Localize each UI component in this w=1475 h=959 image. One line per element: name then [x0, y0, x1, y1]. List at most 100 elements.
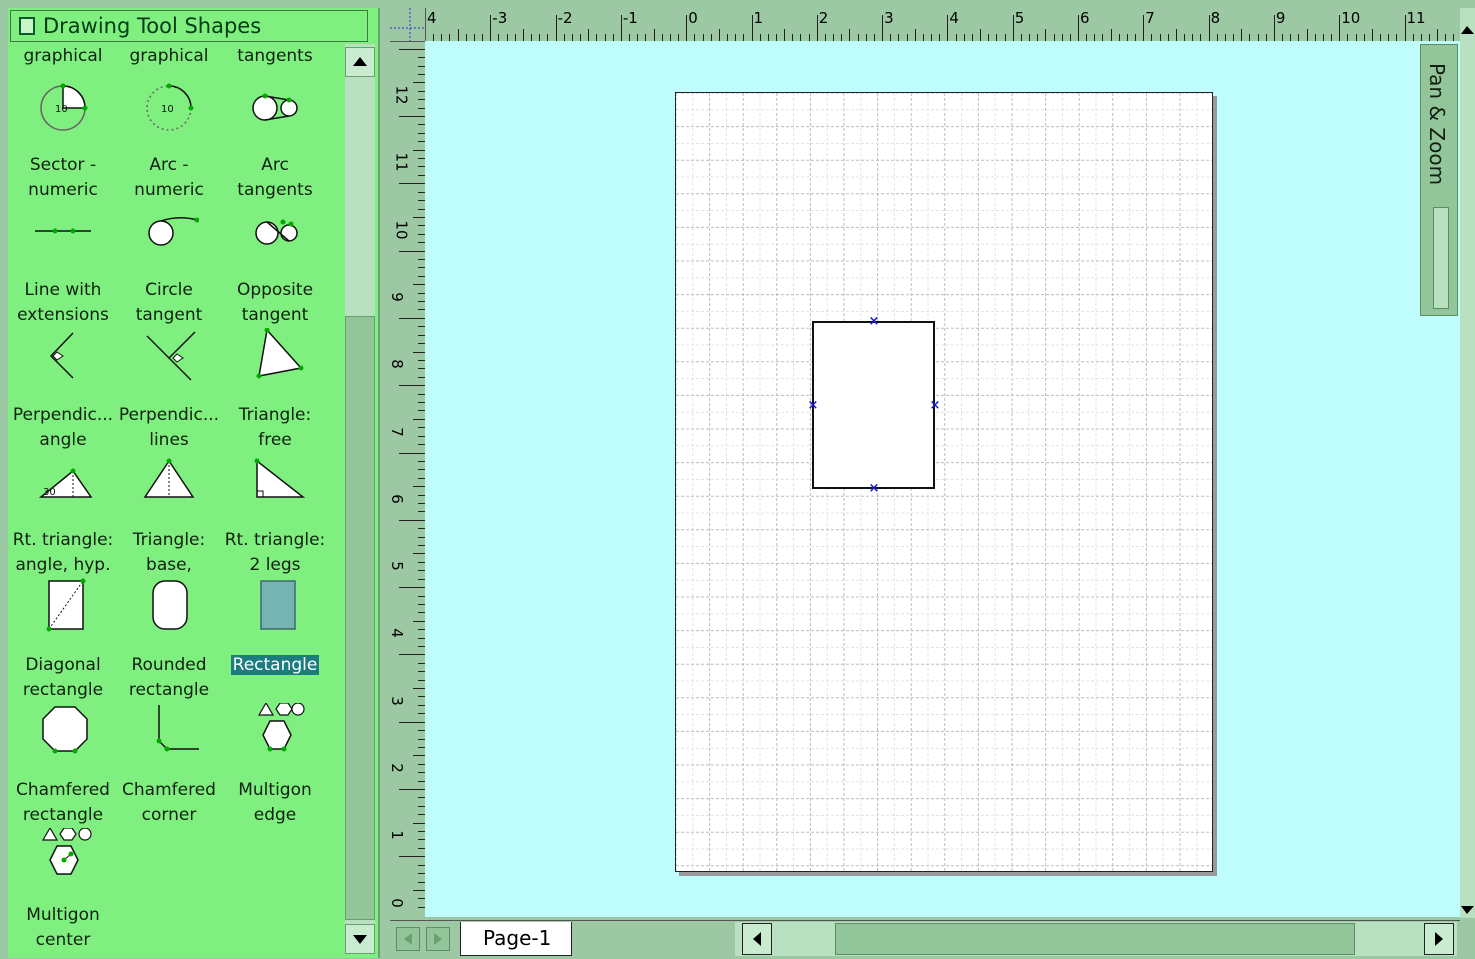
- ruler-tick: [449, 34, 451, 41]
- shape-opposite-tangent[interactable]: Opposite tangent: [222, 183, 328, 325]
- ruler-tick: [767, 34, 769, 41]
- ruler-tick: [413, 620, 425, 622]
- ruler-label: 12: [392, 85, 411, 105]
- ruler-tick: [702, 34, 704, 41]
- ruler-tick: [418, 376, 425, 378]
- rt-triangle-angle-icon: 30: [38, 468, 93, 498]
- shape-diagonal-rectangle[interactable]: Diagonal rectangle: [10, 558, 116, 700]
- ruler-tick: [418, 343, 425, 345]
- scroll-down-button[interactable]: [345, 924, 375, 954]
- ruler-tick: [947, 15, 949, 41]
- shape-sector-numeric[interactable]: 10 Sector - numeric: [10, 58, 116, 200]
- ruler-tick: [418, 873, 425, 875]
- selection-handle-left[interactable]: ×: [807, 399, 819, 412]
- pan-zoom-panel[interactable]: Pan & Zoom: [1420, 44, 1458, 316]
- ruler-tick: [1143, 15, 1145, 41]
- shape-circle-tangent[interactable]: Circle tangent: [116, 183, 222, 325]
- ruler-label: 3: [387, 695, 406, 706]
- ruler-label: 9: [387, 292, 406, 302]
- shape-rectangle[interactable]: Rectangle: [222, 558, 328, 683]
- ruler-tick: [418, 225, 425, 227]
- ruler-tick: [399, 116, 425, 117]
- shape-multigon-center[interactable]: Multigon center: [10, 808, 116, 950]
- shape-perpendicular-lines[interactable]: Perpendic... lines: [116, 308, 222, 450]
- stencil-scroll-thumb[interactable]: [345, 316, 375, 920]
- ruler-tick: [1265, 34, 1267, 41]
- ruler-tick: [1069, 34, 1071, 41]
- ruler-tick: [413, 216, 425, 218]
- shape-rt-triangle-angle-hyp[interactable]: 30 Rt. triangle: angle, hyp.: [10, 433, 116, 575]
- scroll-up-button[interactable]: [345, 47, 375, 77]
- ruler-tick: [865, 34, 867, 41]
- arrow-up-icon[interactable]: [1460, 18, 1475, 48]
- ruler-tick: [1257, 34, 1259, 41]
- ruler-tick: [418, 847, 425, 849]
- ruler-tick: [418, 359, 425, 361]
- arrow-right-icon: [1435, 932, 1443, 946]
- shape-rounded-rectangle[interactable]: Rounded rectangle: [116, 558, 222, 700]
- ruler-tick: [1282, 34, 1284, 41]
- ruler-tick: [580, 34, 582, 41]
- ruler-tick: [1037, 34, 1039, 41]
- ruler-tick: [1290, 34, 1292, 41]
- selection-handle-right[interactable]: ×: [929, 399, 941, 412]
- drawing-page[interactable]: [675, 92, 1213, 872]
- shape-chamfered-corner[interactable]: Chamfered corner: [116, 683, 222, 825]
- ruler-label: -3: [492, 9, 508, 27]
- shape-multigon-edge[interactable]: Multigon edge: [222, 683, 328, 825]
- ruler-tick: [413, 755, 425, 757]
- shape-triangle-base[interactable]: Triangle: base,: [116, 433, 222, 575]
- ruler-tick: [418, 645, 425, 647]
- shape-chamfered-rectangle[interactable]: Chamfered rectangle: [10, 683, 116, 825]
- tab-page-1[interactable]: Page-1: [460, 922, 572, 956]
- selection-handle-top[interactable]: ×: [868, 315, 880, 328]
- ruler-tick: [418, 704, 425, 706]
- page-tab-label: Page-1: [483, 926, 552, 950]
- shape-triangle-free[interactable]: Triangle: free: [222, 308, 328, 450]
- stencil-scrollbar[interactable]: [345, 44, 375, 954]
- vertical-scrollbar[interactable]: [1460, 8, 1475, 918]
- first-page-button[interactable]: [396, 927, 420, 951]
- ruler-label: 0: [387, 897, 406, 908]
- ruler-tick: [418, 368, 425, 370]
- ruler-tick: [418, 595, 425, 597]
- shape-line-with-extensions[interactable]: Line with extensions: [10, 183, 116, 325]
- ruler-tick: [873, 34, 875, 41]
- ruler-tick: [563, 34, 565, 41]
- ruler-tick: [418, 158, 425, 160]
- shape-rt-triangle-2-legs[interactable]: Rt. triangle: 2 legs: [222, 433, 328, 575]
- rectangle-shape[interactable]: [812, 321, 935, 489]
- selection-handle-bottom[interactable]: ×: [868, 482, 880, 495]
- arrow-down-icon[interactable]: [1460, 896, 1475, 926]
- pan-zoom-slider[interactable]: [1433, 207, 1449, 309]
- ruler-label: 7: [1145, 9, 1155, 27]
- horizontal-scroll-thumb[interactable]: [835, 923, 1355, 955]
- scroll-right-button[interactable]: [1424, 923, 1454, 955]
- ruler-tick: [1151, 34, 1153, 41]
- scroll-left-button[interactable]: [742, 923, 772, 955]
- ruler-tick: [980, 29, 982, 41]
- ruler-tick: [399, 856, 425, 858]
- ruler-tick: [775, 34, 777, 41]
- ruler-tick: [418, 637, 425, 639]
- arrow-left-icon: [753, 932, 761, 946]
- ruler-tick: [418, 57, 425, 59]
- ruler-tick: [399, 317, 425, 319]
- shape-label: Multigon center: [26, 905, 100, 950]
- next-page-button[interactable]: [426, 927, 450, 951]
- ruler-tick: [418, 738, 425, 740]
- line-extensions-icon: [35, 228, 91, 234]
- ruler-tick: [588, 29, 590, 41]
- ruler-tick: [1192, 34, 1194, 41]
- ruler-tick: [413, 889, 425, 891]
- shape-arc-tangents[interactable]: Arc tangents: [222, 58, 328, 200]
- shape-perpendicular-angle[interactable]: Perpendic... angle: [10, 308, 116, 450]
- vertical-ruler: 12 11 10 9 8 7 6 5 4 3 2 1 0: [387, 41, 426, 917]
- ruler-tick: [727, 34, 728, 41]
- shape-arc-numeric[interactable]: 10 Arc - numeric: [116, 58, 222, 200]
- ruler-tick: [971, 34, 973, 41]
- ruler-tick: [1445, 34, 1447, 41]
- ruler-tick: [1200, 34, 1202, 41]
- ruler-tick: [539, 34, 541, 41]
- svg-text:10: 10: [55, 104, 68, 115]
